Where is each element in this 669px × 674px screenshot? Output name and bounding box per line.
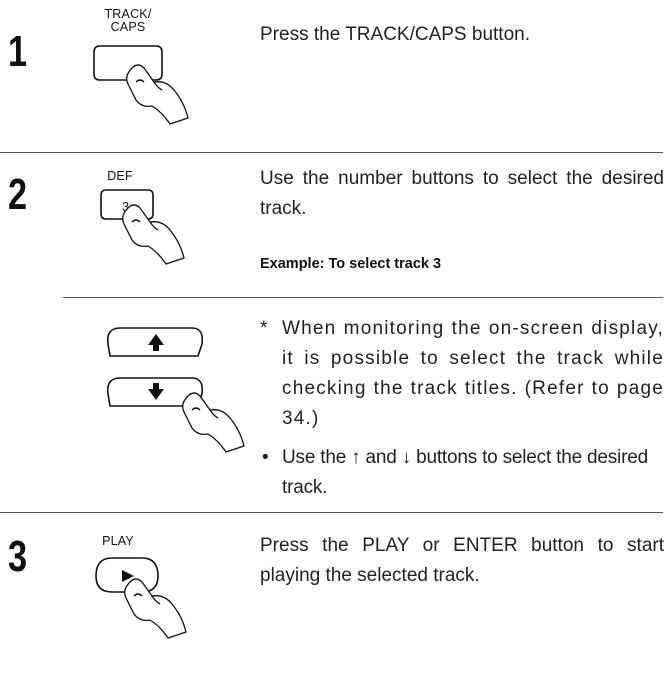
- hand-press-icon: [182, 392, 245, 453]
- down-arrow-icon: [148, 383, 164, 400]
- play-button[interactable]: [72, 546, 202, 646]
- bullet-text: Use the ↑ and ↓ buttons to select the de…: [282, 447, 648, 498]
- step2-instruction: Use the number buttons to select the des…: [260, 168, 664, 219]
- up-arrow-button[interactable]: [100, 322, 210, 362]
- step2-bullet: • Use the ↑ and ↓ buttons to select the …: [260, 443, 664, 503]
- hand-press-icon: [126, 64, 189, 125]
- down-arrow-button[interactable]: [100, 372, 260, 462]
- bullet-dot: •: [262, 447, 269, 468]
- step-number-3: 3: [8, 532, 28, 581]
- number-3-button[interactable]: 3: [70, 180, 200, 270]
- step-number-2: 2: [8, 170, 28, 219]
- step1-instruction: Press the TRACK/CAPS button.: [260, 24, 530, 45]
- step2-note: * When monitoring the on-screen display,…: [260, 314, 664, 434]
- up-arrow-icon: [148, 334, 164, 351]
- note-text: When monitoring the on-screen display, i…: [282, 318, 664, 429]
- track-caps-label-line1: TRACK/: [104, 7, 152, 21]
- track-caps-button[interactable]: [70, 38, 200, 128]
- step3-instruction: Press the PLAY or ENTER button to start …: [260, 535, 664, 586]
- divider-3: [0, 512, 663, 513]
- divider-2: [63, 297, 663, 298]
- track-caps-label-line2: CAPS: [110, 20, 146, 34]
- note-asterisk: *: [260, 318, 269, 339]
- step-number-1: 1: [8, 27, 28, 76]
- hand-press-icon: [124, 578, 187, 639]
- divider-1: [0, 152, 663, 153]
- step2-example: Example: To select track 3: [260, 256, 442, 272]
